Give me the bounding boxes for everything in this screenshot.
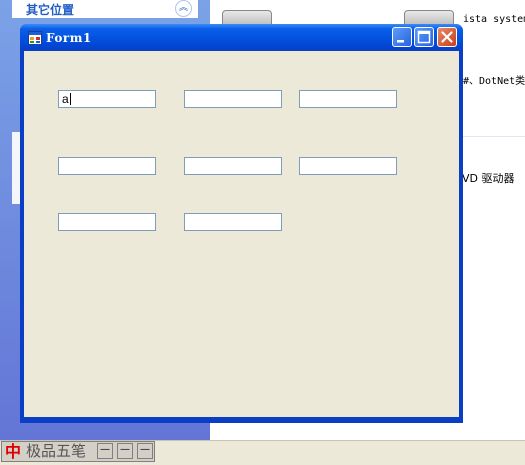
textbox-2[interactable]: [184, 90, 282, 108]
ime-button-3[interactable]: —: [137, 443, 153, 459]
drive-label: ista system: [463, 14, 525, 25]
text-caret: [69, 93, 71, 105]
textbox-7[interactable]: [58, 213, 156, 231]
textbox-5[interactable]: [184, 157, 282, 175]
ime-button-1[interactable]: —: [97, 443, 113, 459]
form-app-icon[interactable]: [28, 31, 42, 45]
ime-logo[interactable]: 中: [4, 442, 22, 461]
textbox-1[interactable]: a: [58, 90, 156, 108]
textbox-8[interactable]: [184, 213, 282, 231]
other-places-title: 其它位置: [26, 3, 75, 17]
ime-button-2[interactable]: —: [117, 443, 133, 459]
textbox-4[interactable]: [58, 157, 156, 175]
textbox-1-value: a: [62, 92, 69, 106]
maximize-button[interactable]: [414, 27, 434, 47]
minimize-icon: [397, 40, 404, 43]
folder-label: #、DotNet类: [463, 76, 525, 87]
textbox-3[interactable]: [299, 90, 397, 108]
close-icon: [441, 31, 453, 43]
close-button[interactable]: [437, 27, 457, 47]
section-divider: [462, 136, 525, 137]
maximize-icon: [417, 30, 431, 44]
ime-name[interactable]: 极品五笔: [26, 442, 86, 461]
double-chevron-up-icon[interactable]: ︽: [175, 0, 192, 17]
dvd-drive-label: VD 驱动器: [462, 172, 515, 185]
minimize-button[interactable]: [392, 27, 412, 47]
textbox-6[interactable]: [299, 157, 397, 175]
window-title: Form1: [46, 31, 92, 45]
